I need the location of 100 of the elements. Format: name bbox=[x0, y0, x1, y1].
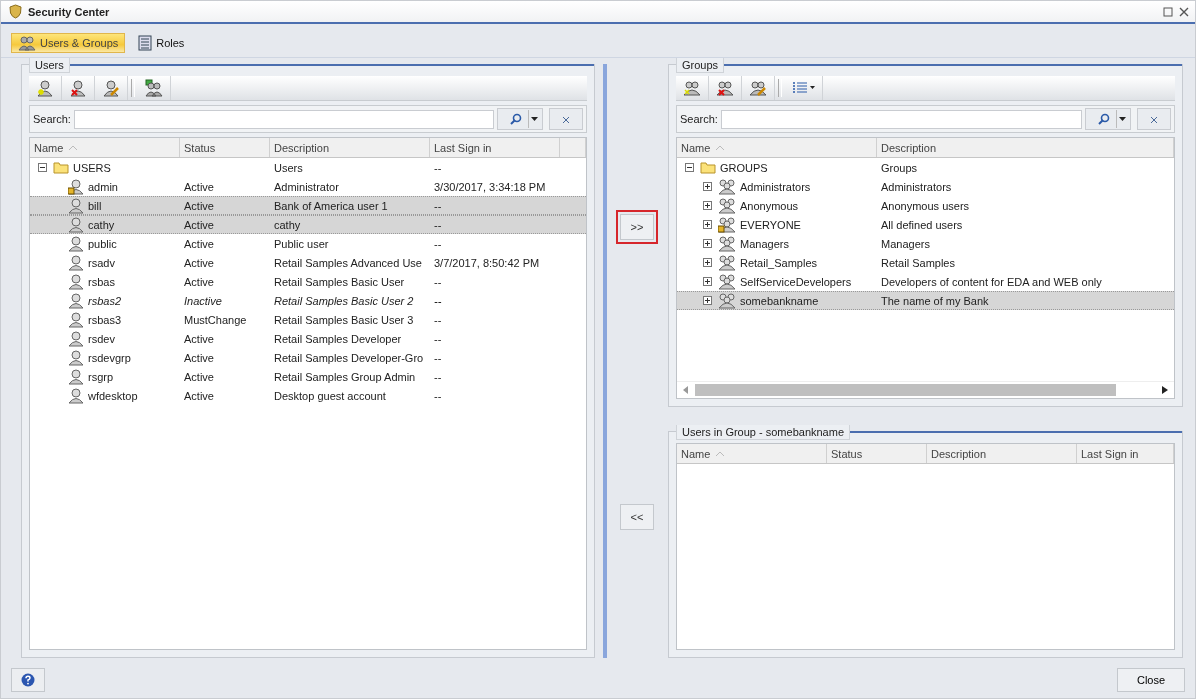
table-row[interactable]: rsdevgrp Active Retail Samples Developer-Gro -- bbox=[30, 348, 586, 367]
table-row[interactable]: rsgrp Active Retail Samples Group Admin -- bbox=[30, 367, 586, 386]
search-icon bbox=[510, 113, 522, 125]
group-name: Retail_Samples bbox=[740, 256, 818, 269]
table-row[interactable]: public Active Public user -- bbox=[30, 234, 586, 253]
search-field[interactable] bbox=[720, 109, 1082, 129]
tab[interactable]: Users & Groups bbox=[11, 33, 126, 53]
person-add-icon bbox=[36, 79, 54, 97]
table-row[interactable]: admin Active Administrator 3/30/2017, 3:34:18 PM bbox=[30, 177, 586, 196]
table-row[interactable]: rsbas3 MustChange Retail Samples Basic User 3 -- bbox=[30, 310, 586, 329]
table-row[interactable]: EVERYONE All defined users bbox=[677, 215, 1174, 234]
search-field[interactable] bbox=[73, 109, 494, 129]
help-button[interactable] bbox=[11, 668, 45, 692]
person-icon bbox=[68, 273, 84, 290]
column-header[interactable]: Status bbox=[827, 444, 927, 463]
add-to-group-button[interactable]: >> bbox=[620, 214, 654, 240]
document-icon bbox=[138, 35, 153, 51]
description-cell: Developers of content for EDA and WEB only bbox=[881, 275, 1102, 288]
last-sign-in-cell: -- bbox=[434, 161, 442, 174]
description-cell: Anonymous users bbox=[881, 199, 970, 212]
column-header[interactable]: Last Sign in bbox=[1077, 444, 1174, 463]
group-icon bbox=[718, 235, 736, 252]
last-sign-in-cell: -- bbox=[434, 199, 442, 212]
description-cell: Bank of America user 1 bbox=[274, 199, 388, 212]
scroll-left-icon[interactable] bbox=[683, 386, 689, 394]
person-icon bbox=[68, 292, 84, 309]
person-delete-icon bbox=[69, 79, 87, 97]
caret-icon[interactable] bbox=[1116, 110, 1128, 128]
table-row[interactable]: rsdev Active Retail Samples Developer -- bbox=[30, 329, 586, 348]
user-name: rsadv bbox=[88, 256, 115, 269]
group-name: EVERYONE bbox=[740, 218, 801, 231]
group-name: Anonymous bbox=[740, 199, 799, 212]
table-row[interactable]: SelfServiceDevelopers Developers of content for EDA and WEB only bbox=[677, 272, 1174, 291]
close-button[interactable]: Close bbox=[1117, 668, 1185, 692]
description-cell: Retail Samples Group Admin bbox=[274, 370, 416, 383]
expander-icon[interactable] bbox=[703, 201, 712, 210]
table-row[interactable]: somebankname The name of my Bank bbox=[677, 291, 1174, 310]
tab[interactable]: Roles bbox=[131, 33, 192, 53]
table-row[interactable]: USERS Users -- bbox=[30, 158, 586, 177]
table-row[interactable]: Managers Managers bbox=[677, 234, 1174, 253]
last-sign-in-cell: -- bbox=[434, 218, 442, 231]
expander-icon[interactable] bbox=[685, 163, 694, 172]
description-cell: The name of my Bank bbox=[881, 294, 989, 307]
column-header[interactable]: Last Sign in bbox=[430, 138, 560, 157]
person-icon bbox=[68, 311, 84, 328]
panel-title: Users in Group - somebankname bbox=[676, 424, 850, 440]
status-cell: Active bbox=[184, 370, 214, 383]
collapse-icon[interactable] bbox=[38, 163, 47, 172]
person-edit-icon bbox=[102, 79, 120, 97]
list-icon bbox=[791, 81, 816, 95]
last-sign-in-cell: -- bbox=[434, 275, 442, 288]
expander-icon[interactable] bbox=[703, 182, 712, 191]
column-header[interactable]: Name bbox=[677, 444, 827, 463]
user-name: rsgrp bbox=[88, 370, 114, 383]
table-row[interactable]: cathy Active cathy -- bbox=[30, 215, 586, 234]
user-name: rsbas2 bbox=[88, 294, 122, 307]
scroll-right-icon[interactable] bbox=[1162, 386, 1168, 394]
table-row[interactable]: Retail_Samples Retail Samples bbox=[677, 253, 1174, 272]
description-cell: Retail Samples bbox=[881, 256, 955, 269]
user-name: admin bbox=[88, 180, 118, 193]
last-sign-in-cell: -- bbox=[434, 237, 442, 250]
search-label: Search: bbox=[33, 113, 71, 125]
table-row[interactable]: Administrators Administrators bbox=[677, 177, 1174, 196]
horizontal-scrollbar[interactable] bbox=[677, 381, 1174, 398]
caret-icon[interactable] bbox=[528, 110, 540, 128]
person-icon bbox=[68, 178, 84, 195]
table-row[interactable]: rsbas Active Retail Samples Basic User -- bbox=[30, 272, 586, 291]
expander-icon[interactable] bbox=[703, 239, 712, 248]
user-name: USERS bbox=[73, 161, 111, 174]
user-name: public bbox=[88, 237, 117, 250]
column-header[interactable]: Description bbox=[270, 138, 430, 157]
column-header[interactable]: Description bbox=[927, 444, 1077, 463]
restore-icon[interactable] bbox=[1163, 6, 1173, 17]
expander-icon[interactable] bbox=[703, 296, 712, 305]
expander-icon[interactable] bbox=[703, 277, 712, 286]
person-icon bbox=[68, 349, 84, 366]
status-cell: Active bbox=[184, 218, 214, 231]
status-cell: Active bbox=[184, 256, 214, 269]
expander-icon[interactable] bbox=[703, 220, 712, 229]
status-cell: Active bbox=[184, 275, 214, 288]
status-cell: Inactive bbox=[184, 294, 222, 307]
table-row[interactable]: wfdesktop Active Desktop guest account -- bbox=[30, 386, 586, 405]
description-cell: Administrator bbox=[274, 180, 339, 193]
group-icon bbox=[718, 292, 736, 309]
table-row[interactable]: bill Active Bank of America user 1 -- bbox=[30, 196, 586, 215]
column-header[interactable]: Name bbox=[677, 138, 877, 157]
close-icon[interactable] bbox=[1179, 6, 1189, 17]
search-button[interactable] bbox=[1085, 108, 1131, 130]
search-button[interactable] bbox=[497, 108, 543, 130]
column-header[interactable]: Status bbox=[180, 138, 270, 157]
person-icon bbox=[68, 197, 84, 214]
expander-icon[interactable] bbox=[703, 258, 712, 267]
column-header[interactable]: Name bbox=[30, 138, 180, 157]
column-header[interactable]: Description bbox=[877, 138, 1174, 157]
table-row[interactable]: Anonymous Anonymous users bbox=[677, 196, 1174, 215]
table-row[interactable]: GROUPS Groups bbox=[677, 158, 1174, 177]
table-row[interactable]: rsadv Active Retail Samples Advanced Use 3/7/2017, 8:50:42 PM bbox=[30, 253, 586, 272]
last-sign-in-cell: -- bbox=[434, 313, 442, 326]
last-sign-in-cell: -- bbox=[434, 332, 442, 345]
remove-from-group-button[interactable]: << bbox=[620, 504, 654, 530]
